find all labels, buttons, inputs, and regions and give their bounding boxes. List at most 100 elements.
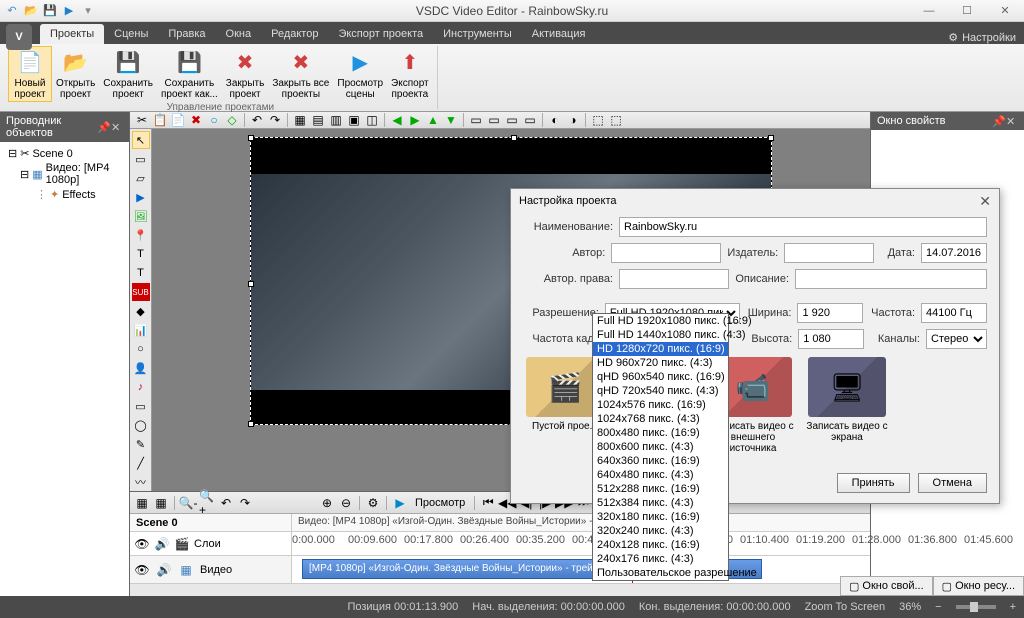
ribbon-tab[interactable]: Редактор [261,24,328,44]
timeline-track-video[interactable]: 👁 🔊 ▦ Видео [MP4 1080p] «Изгой-Один. Звё… [130,556,870,584]
resolution-option[interactable]: HD 960x720 пикс. (4:3) [593,356,728,370]
input-date[interactable] [921,243,987,263]
more1-icon[interactable]: ◐ [547,112,563,128]
close-panel-icon[interactable]: ✕ [111,121,123,133]
resolution-option[interactable]: 240x128 пикс. (16:9) [593,538,728,552]
resolution-option[interactable]: Пользовательское разрешение [593,566,728,580]
tl-zoomin-icon[interactable]: 🔍+ [199,495,215,511]
timeline-ruler[interactable]: 👁 🔊 🎬 Слои 0:00.00000:09.60000:17.80000:… [130,532,870,556]
input-height[interactable] [798,329,864,349]
ribbon-btn[interactable]: ✖Закрытьпроект [222,46,269,102]
align5-icon[interactable]: ◫ [364,112,380,128]
ribbon-btn[interactable]: 📄Новыйпроект [8,46,52,102]
ribbon-btn[interactable]: ⬆Экспортпроекта [387,46,433,102]
app-logo[interactable]: V [6,24,32,50]
tool-ttext[interactable]: T [132,264,150,282]
qat-dropdown-icon[interactable]: ▾ [80,3,96,19]
more2-icon[interactable]: ◑ [565,112,581,128]
ribbon-tab[interactable]: Сцены [104,24,158,44]
tl-aud-icon[interactable]: 🔊 [154,536,170,552]
tree-video[interactable]: ⊟▦Видео: [MP4 1080p] [4,161,125,187]
close-panel2-icon[interactable]: ✕ [1006,115,1018,127]
ok-button[interactable]: Принять [837,473,910,493]
trk-aud-icon[interactable]: 🔊 [156,562,172,578]
trk-type-icon[interactable]: ▦ [178,562,194,578]
input-freq[interactable] [921,303,987,323]
qat-undo-icon[interactable]: ↶ [4,3,20,19]
tl-del-icon[interactable]: ⊖ [338,495,354,511]
tl-lock-icon[interactable]: 🎬 [174,536,190,552]
tl-grid1-icon[interactable]: ▦ [134,495,150,511]
ribbon-btn[interactable]: ✖Закрыть всепроекты [268,46,333,102]
tool-cursor[interactable]: ↖ [132,131,150,149]
zoom-minus-icon[interactable]: − [935,601,941,613]
settings-link[interactable]: ⚙ Настройки [948,31,1016,44]
layer3-icon[interactable]: ▭ [504,112,520,128]
arrow-up-icon[interactable]: ▲ [425,112,441,128]
undo2-icon[interactable]: ↶ [249,112,265,128]
resolution-option[interactable]: qHD 960x540 пикс. (16:9) [593,370,728,384]
tool-chart[interactable]: 📊 [132,321,150,339]
qat-save-icon[interactable]: 💾 [42,3,58,19]
more4-icon[interactable]: ⬚ [608,112,624,128]
resolution-option[interactable]: 800x480 пикс. (16:9) [593,426,728,440]
align3-icon[interactable]: ▥ [328,112,344,128]
scene-label[interactable]: Scene 0 [136,517,178,529]
status-zoom[interactable]: Zoom To Screen [805,601,886,613]
tl-redo-icon[interactable]: ↷ [237,495,253,511]
trk-vis-icon[interactable]: 👁 [134,562,150,578]
resolution-option[interactable]: 1024x768 пикс. (4:3) [593,412,728,426]
ribbon-tab[interactable]: Правка [158,24,215,44]
object-tree[interactable]: ⊟✂Scene 0 ⊟▦Видео: [MP4 1080p] ⋮✦Effects [0,142,129,596]
resolution-option[interactable]: qHD 720x540 пикс. (4:3) [593,384,728,398]
pin2-icon[interactable]: 📌 [992,115,1004,127]
status-tab-props[interactable]: ▢Окно свой... [840,576,933,596]
ribbon-tab[interactable]: Экспорт проекта [328,24,433,44]
layer2-icon[interactable]: ▭ [486,112,502,128]
redo-icon[interactable]: ↷ [267,112,283,128]
tl-play-icon[interactable]: ▶ [392,495,408,511]
zoom-plus-icon[interactable]: + [1010,601,1016,613]
resolution-option[interactable]: 512x288 пикс. (16:9) [593,482,728,496]
close-button[interactable]: ✕ [986,0,1024,22]
paste-icon[interactable]: 📄 [170,112,186,128]
arrow-down-icon[interactable]: ▼ [443,112,459,128]
resolution-option[interactable]: 640x360 пикс. (16:9) [593,454,728,468]
ribbon-btn[interactable]: 💾Сохранитьпроект как... [157,46,222,102]
ribbon-tab[interactable]: Проекты [40,24,104,44]
tl-add-icon[interactable]: ⊕ [319,495,335,511]
resolution-option[interactable]: 240x176 пикс. (4:3) [593,552,728,566]
resolution-option[interactable]: 512x384 пикс. (4:3) [593,496,728,510]
tool-ellipse[interactable]: ◯ [132,416,150,434]
resolution-option[interactable]: Full HD 1440x1080 пикс. (4:3) [593,328,728,342]
input-name[interactable] [619,217,987,237]
tool-rect2[interactable]: ▭ [132,397,150,415]
tool-shape[interactable]: ◆ [132,302,150,320]
ribbon-tab[interactable]: Активация [522,24,596,44]
diamond-icon[interactable]: ◇ [224,112,240,128]
pin-icon[interactable]: 📌 [97,121,109,133]
input-desc[interactable] [795,269,987,289]
layer1-icon[interactable]: ▭ [468,112,484,128]
resolution-option[interactable]: Full HD 1920x1080 пикс. (16:9) [593,314,728,328]
resolution-option[interactable]: 320x180 пикс. (16:9) [593,510,728,524]
more3-icon[interactable]: ⬚ [590,112,606,128]
status-tab-res[interactable]: ▢Окно ресу... [933,576,1024,596]
input-width[interactable] [797,303,863,323]
resolution-option[interactable]: 640x480 пикс. (4:3) [593,468,728,482]
tool-person[interactable]: 👤 [132,359,150,377]
tl-grid2-icon[interactable]: ▦ [153,495,169,511]
cancel-button[interactable]: Отмена [918,473,987,493]
tool-text[interactable]: T [132,245,150,263]
tool-brush[interactable]: ✎ [132,435,150,453]
tool-video[interactable]: ▶ [132,188,150,206]
resolution-option[interactable]: 800x600 пикс. (4:3) [593,440,728,454]
tool-pin[interactable]: 📍 [132,226,150,244]
maximize-button[interactable]: ☐ [948,0,986,22]
select-channels[interactable]: Стерео [926,329,987,349]
copy-icon[interactable]: 📋 [152,112,168,128]
project-tile[interactable]: 🖥Записать видео сэкрана [805,357,889,454]
align1-icon[interactable]: ▦ [292,112,308,128]
resolution-option[interactable]: HD 1280x720 пикс. (16:9) [593,342,728,356]
tool-circle[interactable]: ○ [132,340,150,358]
